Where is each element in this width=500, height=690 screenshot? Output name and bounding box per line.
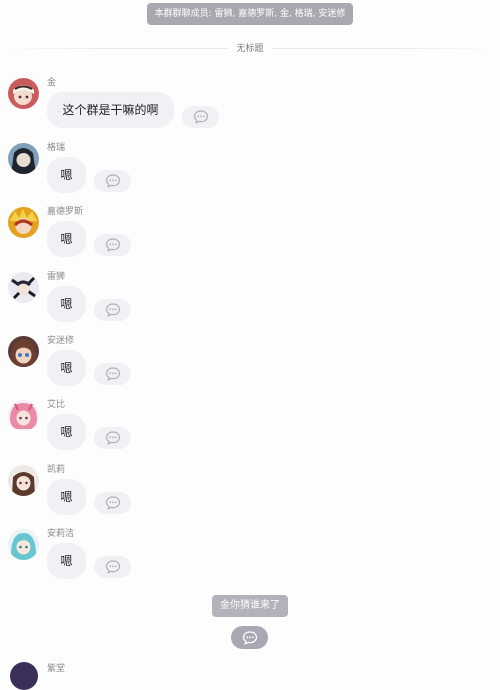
chat-bubble-icon — [242, 630, 257, 645]
message-bubble[interactable]: 嗯 — [47, 350, 86, 386]
reply-button[interactable] — [94, 299, 131, 321]
sender-name: 安莉洁 — [47, 529, 75, 539]
sender-name: 紫堂 — [47, 664, 66, 674]
chat-bubble-icon — [105, 560, 120, 574]
reply-button[interactable] — [94, 556, 131, 578]
avatar[interactable] — [8, 78, 39, 109]
reply-button[interactable] — [182, 106, 219, 128]
message-bubble[interactable]: 这个群是干嘛的啊 — [47, 92, 174, 128]
sender-name: 嘉德罗斯 — [47, 207, 84, 217]
avatar[interactable] — [8, 529, 39, 560]
avatar[interactable] — [8, 336, 39, 367]
chat-bubble-icon — [105, 496, 120, 510]
sender-name: 艾比 — [47, 400, 66, 410]
chat-title: 无标题 — [228, 43, 272, 55]
message-row: 金 这个群是干嘛的啊 — [8, 77, 308, 137]
avatar[interactable] — [8, 465, 39, 496]
message-bubble[interactable]: 嗯 — [47, 414, 86, 450]
message-bubble[interactable]: 嗯 — [47, 543, 86, 579]
message-row: 凯莉 嗯 — [8, 464, 308, 524]
avatar[interactable] — [8, 400, 39, 431]
message-bubble[interactable]: 嗯 — [47, 221, 86, 257]
reply-button[interactable] — [94, 170, 131, 192]
avatar[interactable] — [10, 662, 38, 690]
sender-name: 金 — [47, 78, 57, 88]
message-row: 安莉洁 嗯 — [8, 528, 308, 588]
message-bubble[interactable]: 嗯 — [47, 157, 86, 193]
sender-name: 雷狮 — [47, 272, 66, 282]
chat-bubble-icon — [105, 431, 120, 445]
message-bubble[interactable]: 嗯 — [47, 286, 86, 322]
sender-name: 格瑞 — [47, 143, 66, 153]
message-row: 紫堂 — [8, 660, 208, 690]
chat-bubble-icon — [105, 238, 120, 252]
avatar[interactable] — [8, 207, 39, 238]
reply-button[interactable] — [94, 363, 131, 385]
chat-bubble-icon — [105, 174, 120, 188]
chat-bubble-icon — [105, 367, 120, 381]
reply-button[interactable] — [94, 427, 131, 449]
message-row: 艾比 嗯 — [8, 399, 308, 459]
message-row: 安迷修 嗯 — [8, 335, 308, 395]
message-row: 格瑞 嗯 — [8, 142, 308, 202]
system-note: 金你猜谁来了 — [212, 595, 288, 617]
reply-button[interactable] — [94, 492, 131, 514]
message-row: 雷狮 嗯 — [8, 271, 308, 331]
avatar[interactable] — [8, 272, 39, 303]
avatar[interactable] — [8, 143, 39, 174]
sender-name: 凯莉 — [47, 465, 66, 475]
chat-bubble-icon — [193, 110, 208, 124]
system-reply-button[interactable] — [231, 626, 268, 649]
sender-name: 安迷修 — [47, 336, 75, 346]
message-bubble[interactable]: 嗯 — [47, 479, 86, 515]
members-banner: 本群群聊成员: 雷狮, 嘉德罗斯, 金, 格瑞, 安迷修 — [147, 3, 353, 25]
reply-button[interactable] — [94, 234, 131, 256]
message-row: 嘉德罗斯 嗯 — [8, 206, 308, 266]
chat-bubble-icon — [105, 303, 120, 317]
